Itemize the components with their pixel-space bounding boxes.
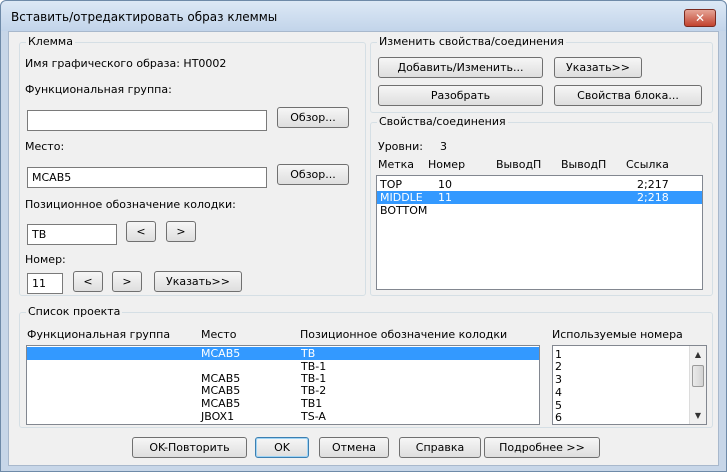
levels-label: Уровни: — [378, 140, 423, 153]
project-row[interactable]: MCAB5 TB-2 — [27, 384, 539, 397]
props-col-ref: Ссылка — [626, 158, 669, 171]
block-properties-button[interactable]: Свойства блока... — [554, 85, 702, 106]
used-number-item[interactable]: 3 — [553, 373, 683, 386]
project-group-title: Список проекта — [26, 305, 123, 318]
used-number-text: 2 — [555, 360, 562, 373]
help-button[interactable]: Справка — [399, 437, 481, 458]
props-col-pin2: ВыводП — [561, 158, 607, 171]
used-number-text: 3 — [555, 373, 562, 386]
props-row-ref: 2;217 — [637, 178, 669, 191]
project-row-location: MCAB5 — [201, 384, 241, 397]
func-group-label: Функциональная группа: — [25, 83, 172, 96]
project-row-location: JBOX1 — [201, 410, 235, 423]
func-group-field[interactable] — [27, 110, 267, 131]
scroll-up-icon[interactable]: ▲ — [690, 346, 706, 363]
block-prev-button[interactable]: < — [126, 221, 156, 242]
cancel-button[interactable]: Отмена — [319, 437, 389, 458]
number-label: Номер: — [25, 253, 66, 266]
location-label: Место: — [25, 140, 65, 153]
props-row-label: TOP — [380, 178, 403, 191]
project-row-tag: TB — [301, 347, 316, 360]
title-bar[interactable]: Вставить/отредактировать образ клеммы ✕ — [1, 1, 726, 31]
used-numbers-label: Используемые номера — [552, 328, 683, 341]
project-col-location: Место — [201, 328, 237, 341]
used-numbers-list[interactable]: 1 2 3 4 5 6 ▲ ▼ — [552, 345, 707, 425]
number-field[interactable]: 11 — [27, 273, 63, 294]
ok-button[interactable]: OK — [255, 437, 309, 458]
terminal-group-title: Клемма — [26, 35, 75, 48]
props-row-number: 11 — [438, 191, 452, 204]
graphic-name-label: Имя графического образа: НТ0002 — [25, 57, 227, 70]
block-next-button[interactable]: > — [166, 221, 196, 242]
props-col-pin1: ВыводП — [496, 158, 542, 171]
project-list[interactable]: MCAB5 TB TB-1 MCAB5 TB-1 MCAB5 TB-2 MCAB… — [26, 345, 540, 425]
props-row-top[interactable]: TOP 10 2;217 — [377, 178, 702, 191]
project-row-tag: TB1 — [301, 397, 323, 410]
browse-func-group-button[interactable]: Обзор... — [277, 107, 349, 128]
props-list[interactable]: TOP 10 2;217 MIDDLE 11 2;218 BOTTOM — [376, 175, 703, 290]
used-number-item[interactable]: 6 — [553, 411, 683, 424]
used-numbers-scrollbar[interactable]: ▲ ▼ — [689, 346, 706, 424]
number-prev-button[interactable]: < — [73, 271, 103, 292]
props-row-bottom[interactable]: BOTTOM — [377, 204, 702, 217]
dialog-client-area: Клемма Имя графического образа: НТ0002 Ф… — [8, 31, 719, 466]
project-row[interactable]: JBOX1 TS-A — [27, 410, 539, 423]
props-row-ref: 2;218 — [637, 191, 669, 204]
window-title: Вставить/отредактировать образ клеммы — [11, 10, 278, 24]
props-row-middle[interactable]: MIDDLE 11 2;218 — [377, 191, 702, 204]
levels-value: 3 — [440, 140, 447, 153]
props-group-title: Свойства/соединения — [377, 115, 508, 128]
props-row-label: BOTTOM — [380, 204, 428, 217]
number-pick-button[interactable]: Указать>> — [154, 271, 242, 292]
props-col-label: Метка — [378, 158, 415, 171]
details-button[interactable]: Подробнее >> — [484, 437, 600, 458]
add-edit-button[interactable]: Добавить/Изменить... — [378, 57, 543, 78]
close-button[interactable]: ✕ — [684, 9, 716, 27]
props-row-label: MIDDLE — [380, 191, 423, 204]
props-col-number: Номер — [428, 158, 466, 171]
number-next-button[interactable]: > — [112, 271, 142, 292]
project-row-location: MCAB5 — [201, 347, 241, 360]
props-row-number: 10 — [438, 178, 452, 191]
explode-button[interactable]: Разобрать — [378, 85, 543, 106]
used-number-item[interactable]: 4 — [553, 386, 683, 399]
scroll-thumb[interactable] — [692, 365, 704, 387]
project-row[interactable]: MCAB5 TB1 — [27, 397, 539, 410]
dialog-window: Вставить/отредактировать образ клеммы ✕ … — [0, 0, 727, 472]
project-col-tag: Позиционное обозначение колодки — [300, 328, 508, 341]
props-pick-button[interactable]: Указать>> — [554, 57, 642, 78]
browse-location-button[interactable]: Обзор... — [277, 164, 349, 185]
used-number-text: 4 — [555, 386, 562, 399]
project-row-tag: TB-2 — [301, 384, 327, 397]
project-row[interactable]: MCAB5 TB — [27, 347, 539, 360]
location-field[interactable]: MCAB5 — [27, 167, 267, 188]
close-icon: ✕ — [694, 11, 706, 25]
used-number-text: 6 — [555, 411, 562, 424]
project-row-tag: TS-A — [301, 410, 326, 423]
project-col-group: Функциональная группа — [27, 328, 171, 341]
block-tag-field[interactable]: TB — [27, 224, 117, 245]
used-number-item[interactable]: 2 — [553, 360, 683, 373]
props-change-group-title: Изменить свойства/соединения — [377, 35, 566, 48]
block-tag-label: Позиционное обозначение колодки: — [25, 198, 236, 211]
project-row-location: MCAB5 — [201, 397, 241, 410]
scroll-down-icon[interactable]: ▼ — [690, 407, 706, 424]
ok-repeat-button[interactable]: OK-Повторить — [132, 437, 247, 458]
